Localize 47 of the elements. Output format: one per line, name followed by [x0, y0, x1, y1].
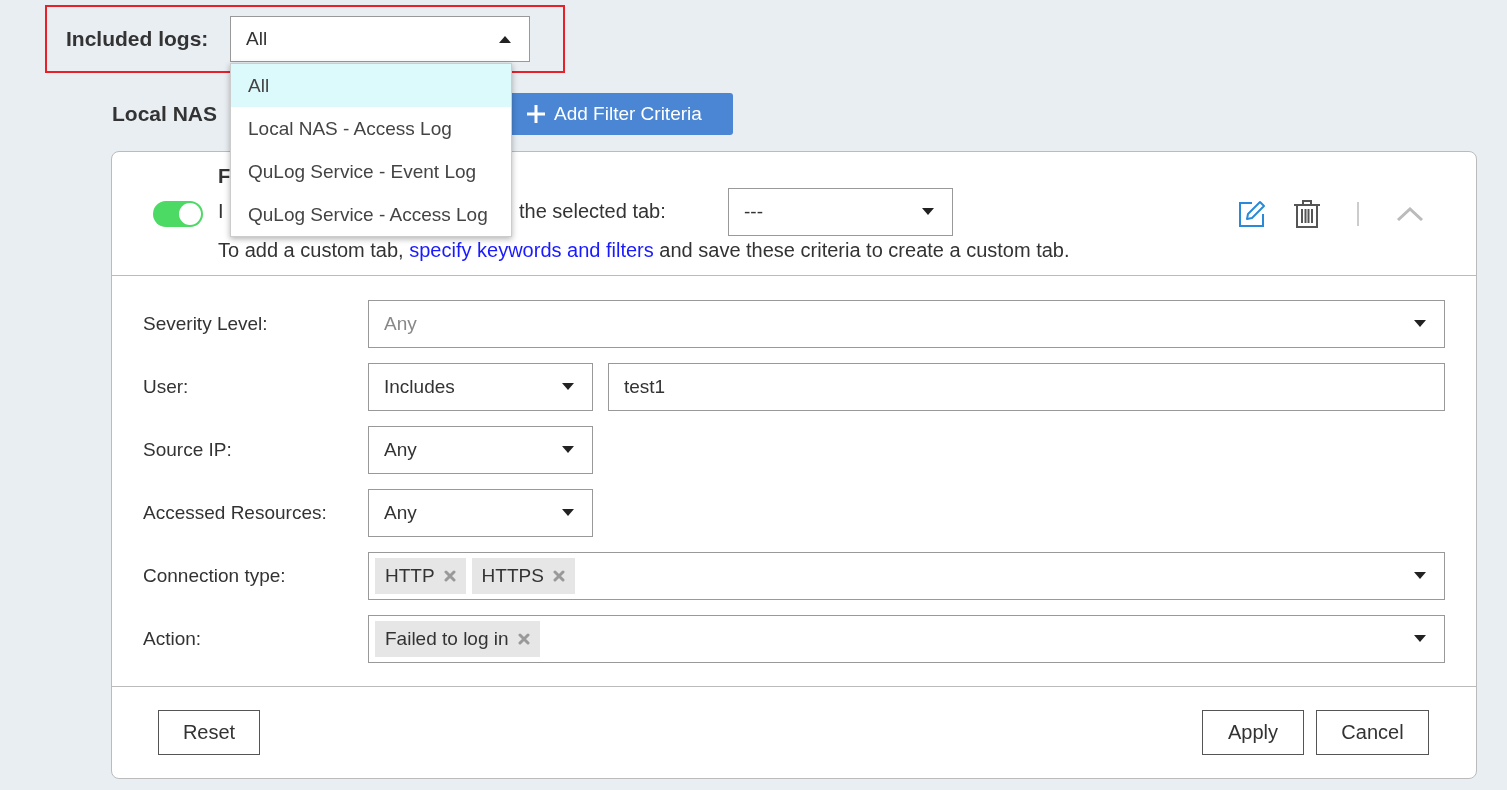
caret-icon [922, 207, 934, 216]
dropdown-option[interactable]: Local NAS - Access Log [231, 107, 511, 150]
field-label: Action: [143, 628, 203, 650]
dropdown-option[interactable]: QuLog Service - Event Log [231, 150, 511, 193]
dropdown[interactable]: Any [368, 300, 1445, 348]
dropdown-option[interactable]: QuLog Service - Access Log [231, 193, 511, 236]
caret-icon [562, 509, 574, 517]
multi-select-field[interactable]: HTTP HTTPS [368, 552, 1445, 600]
toggle-switch[interactable] [153, 200, 203, 227]
remove-icon[interactable] [443, 570, 456, 582]
tag-label: HTTP [385, 565, 435, 587]
edit-icon[interactable] [1238, 199, 1266, 228]
tab-dropdown[interactable]: --- [728, 187, 953, 236]
field-label: Connection type: [143, 565, 287, 587]
apply-button[interactable]: Apply [1202, 710, 1304, 755]
caret-icon [1414, 572, 1426, 580]
section-title: Local NAS [112, 102, 219, 126]
tag-label: HTTPS [481, 565, 544, 587]
log-dropdown[interactable]: All [230, 16, 530, 62]
remove-icon[interactable] [517, 633, 530, 645]
chevron-icon[interactable] [1397, 206, 1423, 221]
trash-icon[interactable] [1293, 199, 1321, 228]
input-field[interactable]: test1 [608, 363, 1445, 411]
hint-text: To add a custom tab, specify keywords and filters and save these criteria to create a custom tab. [218, 237, 1070, 263]
tag-label: Failed to log in [385, 628, 509, 650]
caret-icon [1414, 320, 1426, 328]
filter-title: F [218, 163, 231, 188]
multi-select-field[interactable]: Failed to log in [368, 615, 1445, 663]
dropdown-option[interactable]: All [231, 64, 511, 107]
dropdown[interactable]: Includes [368, 363, 593, 411]
link[interactable]: specify keywords and filters [409, 238, 654, 261]
dropdown[interactable]: Any [368, 489, 593, 537]
dropdown[interactable]: Any [368, 426, 593, 474]
reset-button[interactable]: Reset [158, 710, 260, 755]
field-label: User: [143, 376, 190, 398]
remove-icon[interactable] [552, 570, 565, 582]
caret-icon [562, 446, 574, 454]
plus-icon [526, 104, 546, 124]
caret-icon [1414, 635, 1426, 643]
caret-icon [562, 383, 574, 391]
field-label: Accessed Resources: [143, 502, 328, 524]
field-label: Source IP: [143, 439, 233, 461]
field-label: Severity Level: [143, 313, 269, 335]
cancel-button[interactable]: Cancel [1316, 710, 1429, 755]
description-text: the selected tab: [519, 200, 667, 223]
field-label: Included logs: [66, 27, 210, 51]
description-text: I [218, 200, 224, 223]
